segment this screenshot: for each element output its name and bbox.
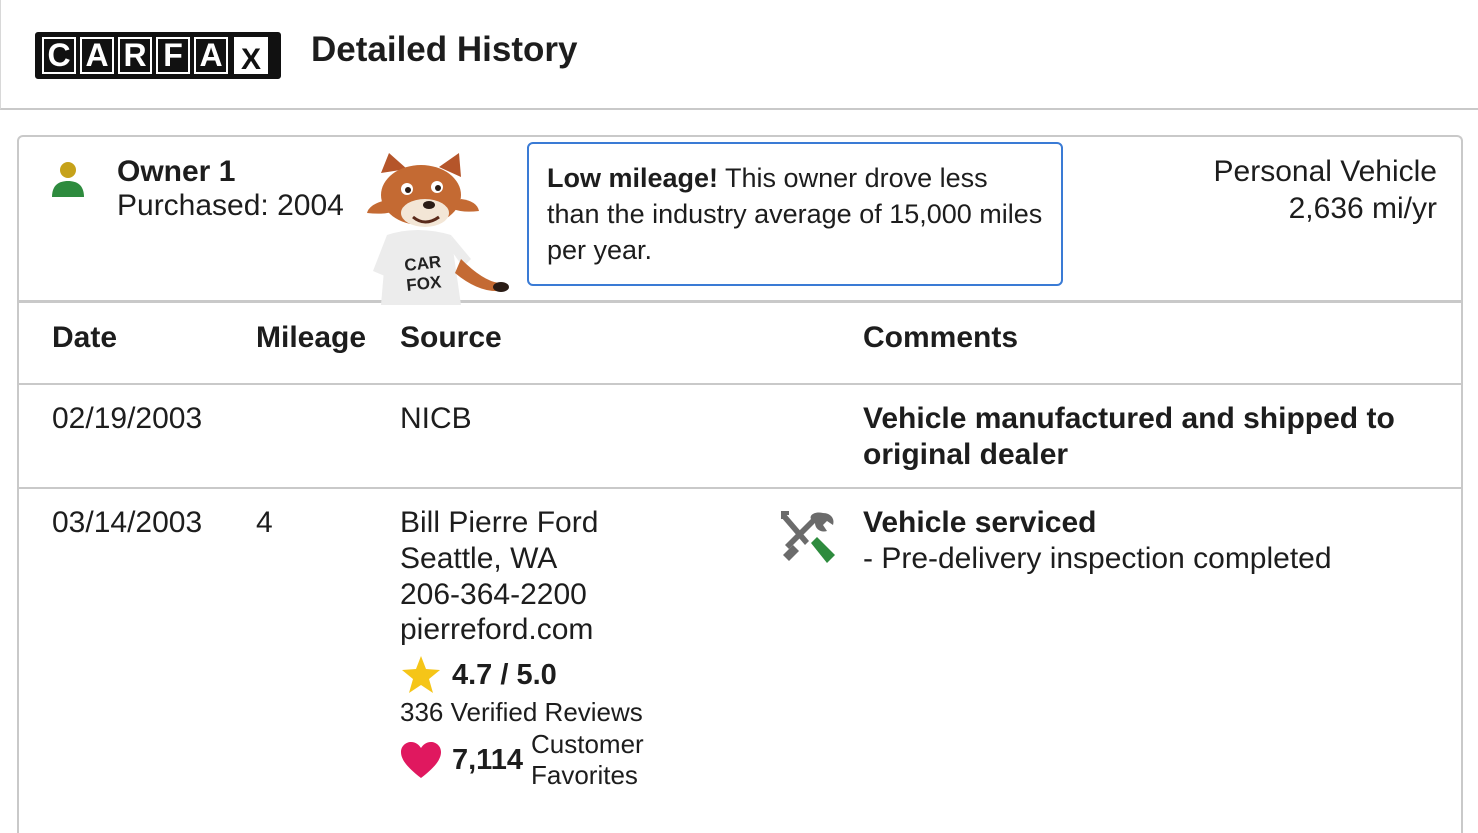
logo-letter-x: X <box>234 37 268 74</box>
svg-text:CAR: CAR <box>403 252 442 275</box>
carfax-logo[interactable]: C A R F A X <box>35 32 281 79</box>
customer-favorites: 7,114 Customer Favorites <box>400 729 661 791</box>
row-date: 02/19/2003 <box>52 402 203 435</box>
source-city: Seattle, WA <box>400 542 558 575</box>
row-mileage: 4 <box>256 506 273 539</box>
column-header-mileage: Mileage <box>256 321 367 354</box>
column-header-date: Date <box>52 321 118 354</box>
table-row: 03/14/2003 4 Bill Pierre Ford Seattle, W… <box>19 489 1461 833</box>
svg-text:FOX: FOX <box>405 272 442 295</box>
owner-summary: Owner 1 Purchased: 2004 CAR FOX Low mile… <box>19 137 1461 305</box>
logo-letter: F <box>156 37 190 74</box>
star-icon <box>402 656 440 693</box>
usage-summary: Personal Vehicle 2,636 mi/yr <box>1214 153 1437 227</box>
rating-value: 4.7 / 5.0 <box>452 658 557 691</box>
dealer-rating[interactable]: 4.7 / 5.0 <box>400 655 557 695</box>
tools-icon <box>781 511 835 563</box>
logo-letter: R <box>118 37 152 74</box>
favorites-count: 7,114 <box>452 743 523 776</box>
source-name: Bill Pierre Ford <box>400 506 599 539</box>
column-header-comments: Comments <box>863 321 1019 354</box>
row-comment: Vehicle manufactured and shipped to orig… <box>863 402 1395 471</box>
owner-purchased: Purchased: 2004 <box>117 189 344 222</box>
table-header: Date Mileage Source Comments <box>19 303 1461 385</box>
vehicle-type: Personal Vehicle <box>1213 155 1437 188</box>
column-header-source: Source <box>400 321 502 354</box>
person-icon <box>52 162 84 197</box>
mileage-rate: 2,636 mi/yr <box>1288 192 1437 225</box>
owner-name: Owner 1 <box>117 155 236 188</box>
row-comment: Vehicle serviced <box>863 506 1097 539</box>
page: C A R F A X Detailed History Owner 1 Pur… <box>0 0 1478 833</box>
logo-letter: C <box>42 37 76 74</box>
history-card: Owner 1 Purchased: 2004 CAR FOX Low mile… <box>17 135 1463 833</box>
source-phone[interactable]: 206-364-2200 <box>400 577 587 613</box>
page-title: Detailed History <box>311 30 578 69</box>
callout-title: Low mileage! <box>547 163 719 193</box>
heart-icon <box>401 742 441 778</box>
report-header: C A R F A X Detailed History <box>0 0 1478 110</box>
source-website-link[interactable]: pierreford.com <box>400 612 593 648</box>
low-mileage-callout: Low mileage! This owner drove less than … <box>527 142 1063 286</box>
logo-letter: A <box>194 37 228 74</box>
row-date: 03/14/2003 <box>52 506 203 539</box>
logo-letter: A <box>80 37 114 74</box>
row-source: NICB <box>400 402 472 435</box>
table-row: 02/19/2003 NICB Vehicle manufactured and… <box>19 385 1461 489</box>
favorites-label: Customer Favorites <box>530 729 644 790</box>
fox-mascot: CAR FOX <box>367 153 509 305</box>
verified-reviews-link[interactable]: 336 Verified Reviews <box>400 697 643 728</box>
row-comment-detail: - Pre-delivery inspection completed <box>863 542 1332 575</box>
